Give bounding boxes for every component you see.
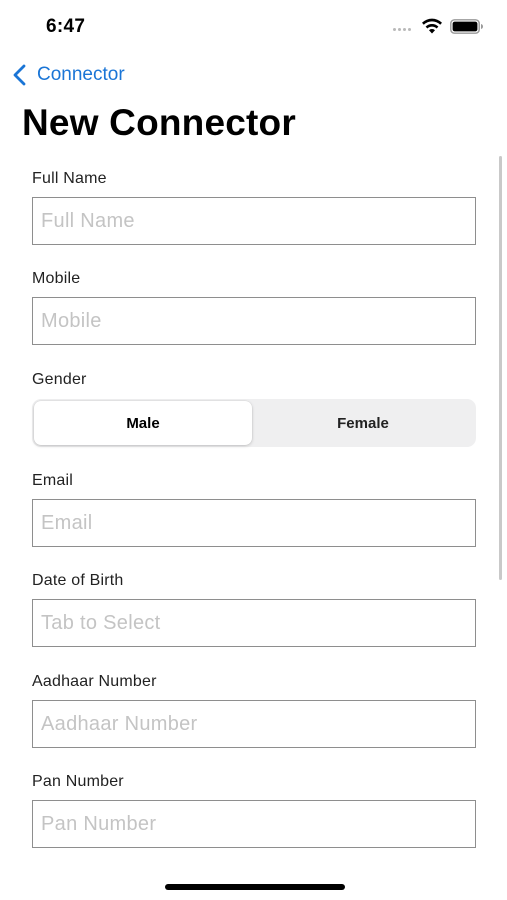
gender-field: Gender Male Female — [32, 369, 476, 447]
dob-input[interactable] — [32, 599, 476, 647]
gender-segmented-control: Male Female — [32, 399, 476, 447]
gender-option-female[interactable]: Female — [254, 401, 472, 445]
chevron-left-icon — [13, 64, 26, 86]
page-title: New Connector — [22, 102, 296, 143]
mobile-label: Mobile — [32, 270, 81, 287]
mobile-input[interactable] — [32, 297, 476, 345]
pan-input[interactable] — [32, 800, 476, 848]
battery-icon — [450, 19, 483, 34]
home-indicator[interactable] — [165, 884, 345, 890]
aadhaar-label: Aadhaar Number — [32, 673, 157, 690]
status-time: 6:47 — [46, 16, 86, 37]
wifi-icon — [422, 18, 442, 34]
back-button[interactable]: Connector — [12, 62, 125, 88]
status-bar: 6:47 — [0, 0, 507, 52]
full-name-field: Full Name — [32, 168, 476, 245]
signal-dots-icon — [393, 28, 415, 32]
full-name-label: Full Name — [32, 170, 107, 187]
mobile-field: Mobile — [32, 268, 476, 345]
full-name-input[interactable] — [32, 197, 476, 245]
dob-field: Date of Birth — [32, 570, 476, 647]
pan-field: Pan Number — [32, 771, 476, 848]
screen: 6:47 Connector New Connector Full Name F… — [0, 0, 507, 900]
pan-label: Pan Number — [32, 773, 124, 790]
email-label: Email — [32, 472, 74, 489]
back-label: Connector — [37, 64, 125, 85]
scroll-indicator[interactable] — [499, 156, 502, 580]
aadhaar-input[interactable] — [32, 700, 476, 748]
dob-label: Date of Birth — [32, 572, 124, 589]
email-field: Email — [32, 470, 476, 547]
gender-option-male[interactable]: Male — [34, 401, 252, 445]
gender-label: Gender — [32, 371, 87, 388]
email-input[interactable] — [32, 499, 476, 547]
aadhaar-field: Aadhaar Number — [32, 671, 476, 748]
